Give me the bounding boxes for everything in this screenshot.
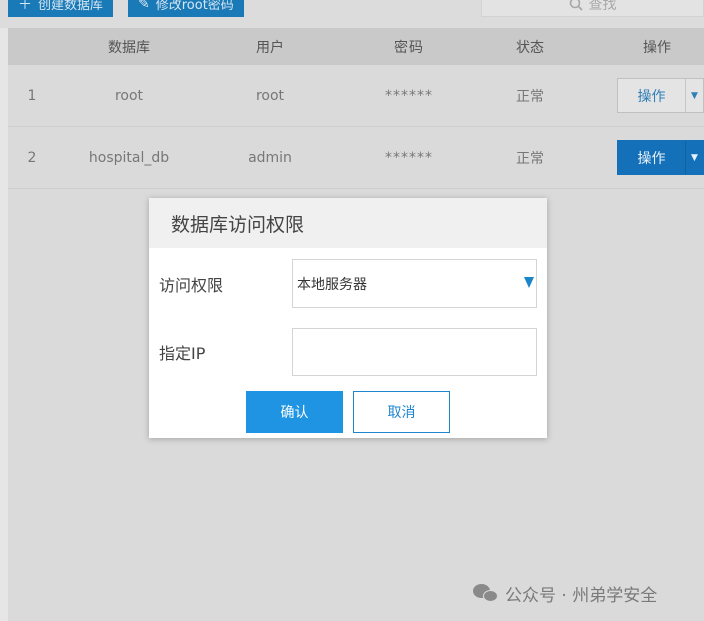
header-status: 状态 [516, 39, 544, 56]
watermark-text: 公众号 · 州弟学安全 [505, 585, 658, 606]
header-action: 操作 [580, 28, 704, 65]
row-password: ****** [385, 87, 433, 104]
header-password: 密码 [394, 39, 424, 56]
confirm-button[interactable]: 确认 [246, 391, 343, 433]
access-permission-modal: 数据库访问权限 访问权限 本地服务器 指定IP 确认 取消 [149, 198, 547, 438]
row-action-cell: 操作 ▼ [580, 127, 704, 188]
pencil-icon: ✎ [138, 0, 150, 12]
access-permission-label: 访问权限 [159, 275, 224, 295]
watermark: 公众号 · 州弟学安全 [473, 580, 657, 606]
search-label: 查找 [588, 0, 617, 13]
search-icon [569, 0, 583, 11]
row-database: root [114, 87, 144, 104]
wechat-icon [473, 582, 499, 604]
create-database-label: 创建数据库 [38, 0, 104, 13]
row-index: 1 [27, 87, 37, 104]
specified-ip-row: 指定IP [159, 328, 537, 376]
specified-ip-input[interactable] [292, 328, 537, 376]
row-user: admin [248, 149, 292, 166]
row-password: ****** [385, 149, 433, 166]
specified-ip-label: 指定IP [159, 344, 206, 363]
header-user: 用户 [256, 39, 284, 56]
access-permission-row: 访问权限 本地服务器 [159, 259, 537, 308]
change-root-password-label: 修改root密码 [155, 0, 234, 13]
create-database-button[interactable]: ＋ 创建数据库 [8, 0, 114, 17]
caret-down-icon [524, 277, 534, 288]
modal-title: 数据库访问权限 [171, 213, 305, 236]
row-database: hospital_db [88, 149, 170, 166]
caret-down-icon[interactable]: ▼ [685, 79, 703, 112]
header-action-label: 操作 [643, 39, 671, 56]
plus-icon: ＋ [18, 0, 32, 13]
row-user: root [255, 87, 285, 104]
table-row: 1 root root ****** 正常 操作 ▼ [8, 65, 704, 127]
search-button[interactable]: 查找 [481, 0, 704, 17]
row-action-label: 操作 [637, 88, 666, 105]
left-strip [0, 0, 8, 621]
access-permission-value: 本地服务器 [297, 276, 367, 293]
caret-down-icon[interactable]: ▼ [685, 141, 703, 174]
row-action-cell: 操作 ▼ [580, 65, 704, 126]
row-action-button[interactable]: 操作 ▼ [617, 140, 704, 175]
row-action-button[interactable]: 操作 ▼ [617, 78, 704, 113]
row-status: 正常 [516, 150, 544, 167]
row-index: 2 [27, 149, 37, 166]
header-database: 数据库 [108, 39, 150, 56]
change-root-password-button[interactable]: ✎ 修改root密码 [128, 0, 244, 17]
access-permission-select[interactable]: 本地服务器 [292, 259, 537, 308]
table-row: 2 hospital_db admin ****** 正常 操作 ▼ [8, 127, 704, 189]
toolbar: ＋ 创建数据库 ✎ 修改root密码 查找 [0, 0, 704, 28]
database-table: 数据库 用户 密码 状态 操作 1 root root ****** 正常 操作… [8, 28, 704, 189]
table-header: 数据库 用户 密码 状态 操作 [8, 28, 704, 65]
row-status: 正常 [516, 88, 544, 105]
row-action-label: 操作 [637, 150, 666, 167]
cancel-button[interactable]: 取消 [353, 391, 450, 433]
modal-header: 数据库访问权限 [149, 198, 547, 248]
